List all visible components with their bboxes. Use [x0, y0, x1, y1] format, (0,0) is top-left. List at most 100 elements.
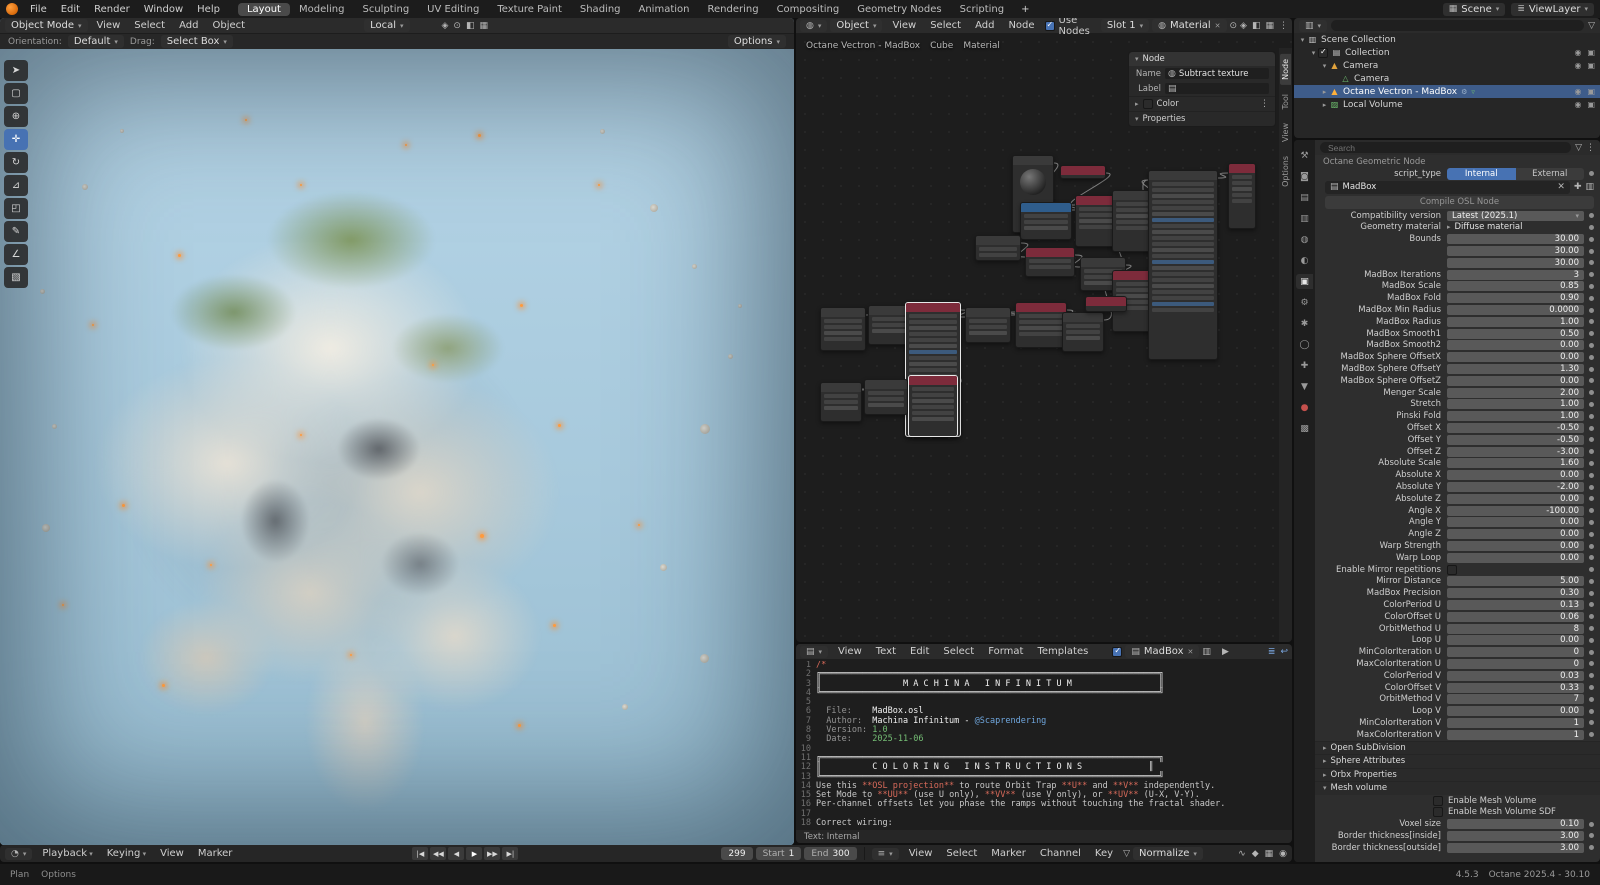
pin-icon[interactable]: ⊙: [1230, 21, 1238, 31]
disclosure-icon[interactable]: ▸: [1320, 88, 1329, 96]
shader-node-1[interactable]: [1060, 165, 1106, 179]
animate-dot[interactable]: [1589, 485, 1594, 490]
animate-dot[interactable]: [1589, 284, 1594, 289]
animate-dot[interactable]: [1589, 532, 1594, 537]
param-value-field[interactable]: 0.30: [1447, 588, 1584, 598]
param-value-field[interactable]: 0.00: [1447, 494, 1584, 504]
blender-logo-icon[interactable]: [6, 3, 18, 15]
new-text-icon[interactable]: ✚: [1574, 182, 1582, 192]
line-numbers-toggle-icon[interactable]: ≣: [1268, 647, 1276, 657]
param-value-field[interactable]: 30.00: [1447, 246, 1584, 256]
frame-start-field[interactable]: Start 1: [756, 847, 802, 860]
workspace-tab-animation[interactable]: Animation: [630, 3, 699, 16]
param-value-field[interactable]: 0.33: [1447, 683, 1584, 693]
text-menu-select[interactable]: Select: [936, 645, 981, 658]
register-checkbox[interactable]: [1112, 647, 1122, 657]
param-value-field[interactable]: -3.00: [1447, 447, 1584, 457]
word-wrap-toggle-icon[interactable]: ↩: [1280, 647, 1288, 657]
filter-icon[interactable]: ▽: [1123, 849, 1130, 859]
param-value-field[interactable]: 0.00: [1447, 529, 1584, 539]
frame-end-field[interactable]: End 300: [804, 847, 856, 860]
param-value-field[interactable]: 1.30: [1447, 364, 1584, 374]
timeline-editor-type[interactable]: ◔ ▾: [5, 848, 32, 860]
animate-dot[interactable]: [1589, 402, 1594, 407]
shader-node-12[interactable]: [868, 305, 910, 345]
workspace-tab-scripting[interactable]: Scripting: [951, 3, 1013, 16]
animate-dot[interactable]: [1589, 508, 1594, 513]
viewport-header-icon-1[interactable]: ⊙: [453, 21, 461, 31]
workspace-tab-rendering[interactable]: Rendering: [698, 3, 767, 16]
animate-dot[interactable]: [1589, 260, 1594, 265]
dopesheet-menu-marker[interactable]: Marker: [984, 847, 1033, 860]
shader-menu-add[interactable]: Add: [968, 19, 1001, 32]
animate-dot[interactable]: [1589, 461, 1594, 466]
animate-dot[interactable]: [1589, 213, 1594, 218]
outliner-row-camera[interactable]: ▾▲Camera◉▣: [1294, 59, 1600, 72]
param-value-field[interactable]: 0.03: [1447, 671, 1584, 681]
properties-tab-particles[interactable]: ✱: [1296, 316, 1313, 331]
shader-node-16[interactable]: [1062, 312, 1104, 352]
section-sphere-attributes[interactable]: ▸Sphere Attributes: [1315, 754, 1600, 768]
properties-section[interactable]: ▾ Properties: [1129, 111, 1275, 126]
workspace-tab-uv-editing[interactable]: UV Editing: [418, 3, 488, 16]
param-value-field[interactable]: 0.00: [1447, 376, 1584, 386]
animate-dot[interactable]: [1589, 591, 1594, 596]
node-name-field[interactable]: ◍ Subtract texture: [1165, 68, 1269, 79]
option-checkbox[interactable]: [1433, 796, 1443, 806]
animate-dot[interactable]: [1589, 449, 1594, 454]
use-nodes-checkbox[interactable]: [1045, 21, 1055, 31]
measure-tool[interactable]: ∠: [4, 244, 28, 265]
param-value-field[interactable]: 0.50: [1447, 329, 1584, 339]
mode-selector[interactable]: Object Mode ▾: [5, 19, 88, 32]
animate-dot[interactable]: [1589, 249, 1594, 254]
workspace-tab-layout[interactable]: Layout: [238, 3, 290, 16]
workspace-tab-geometry-nodes[interactable]: Geometry Nodes: [848, 3, 950, 16]
shader-node-11[interactable]: [820, 307, 866, 351]
animate-dot[interactable]: [1589, 544, 1594, 549]
transform-orientation-selector[interactable]: Local ▾: [364, 19, 409, 32]
transport-step-back[interactable]: ◀: [448, 847, 464, 860]
color-section[interactable]: ▸ Color ⋮: [1129, 96, 1275, 111]
shader-header-icon-0[interactable]: ◈: [1240, 21, 1247, 31]
shader-node-19[interactable]: [864, 379, 908, 415]
param-value-field[interactable]: 0.00: [1447, 635, 1584, 645]
internal-button[interactable]: Internal: [1447, 168, 1516, 180]
disclosure-icon[interactable]: ▾: [1309, 49, 1318, 57]
text-menu-templates[interactable]: Templates: [1030, 645, 1095, 658]
disclosure-icon[interactable]: ▾: [1298, 36, 1307, 44]
animate-dot[interactable]: [1589, 496, 1594, 501]
code-area[interactable]: 1/*2╔═══════════════════════════════════…: [796, 661, 1292, 830]
shader-node-5[interactable]: [975, 235, 1021, 261]
param-value-field[interactable]: 0.00: [1447, 517, 1584, 527]
param-value-field[interactable]: 0.06: [1447, 612, 1584, 622]
animate-dot[interactable]: [1589, 650, 1594, 655]
animate-dot[interactable]: [1589, 602, 1594, 607]
eye-icon[interactable]: ◉: [1574, 61, 1581, 70]
shader-menu-node[interactable]: Node: [1001, 19, 1041, 32]
open-file-icon[interactable]: ▥: [1202, 647, 1211, 657]
topbar-menu-file[interactable]: File: [23, 3, 54, 16]
rotate-tool[interactable]: ↻: [4, 152, 28, 173]
param-value-field[interactable]: 0.10: [1447, 819, 1584, 829]
workspace-tab-modeling[interactable]: Modeling: [290, 3, 354, 16]
animate-dot[interactable]: [1589, 319, 1594, 324]
animate-dot[interactable]: [1589, 709, 1594, 714]
shader-type-selector[interactable]: Object ▾: [830, 19, 882, 32]
color-checkbox[interactable]: [1143, 99, 1153, 109]
properties-tab-view-layer[interactable]: ▥: [1296, 211, 1313, 226]
eye-icon[interactable]: ◉: [1574, 48, 1581, 57]
animate-dot[interactable]: [1589, 520, 1594, 525]
animate-dot[interactable]: [1589, 343, 1594, 348]
outliner-row-collection[interactable]: ▾▤Collection◉▣: [1294, 46, 1600, 59]
topbar-menu-help[interactable]: Help: [190, 3, 227, 16]
animate-dot[interactable]: [1589, 638, 1594, 643]
animate-dot[interactable]: [1589, 845, 1594, 850]
timeline-menu-keying[interactable]: Keying ▾: [100, 847, 153, 860]
shader-node-4[interactable]: [1112, 190, 1152, 252]
param-value-field[interactable]: 0.0000: [1447, 305, 1584, 315]
transport-jump-start[interactable]: |◀: [412, 847, 428, 860]
move-tool[interactable]: ✛: [4, 129, 28, 150]
param-value-field[interactable]: 1: [1447, 718, 1584, 728]
properties-tab-tool[interactable]: ⚒: [1296, 148, 1313, 163]
properties-tab-material[interactable]: ●: [1296, 400, 1313, 415]
